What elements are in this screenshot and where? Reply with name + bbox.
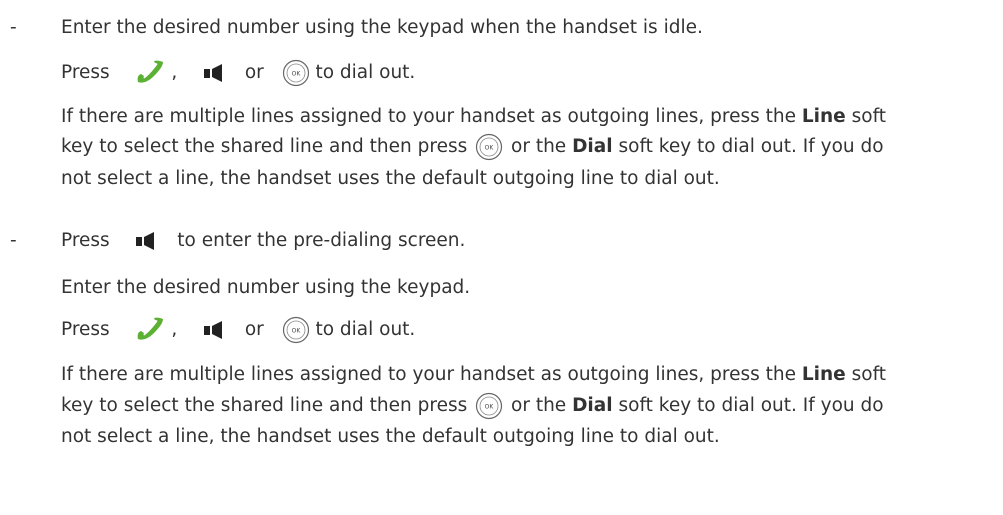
note-text: If there are multiple lines assigned to … — [61, 106, 796, 127]
press-label: Press — [61, 319, 110, 340]
step-text-tail: to enter the pre-dialing screen. — [177, 230, 466, 251]
speakerphone-icon — [203, 320, 225, 340]
svg-text:OK: OK — [485, 404, 495, 411]
svg-text:OK: OK — [291, 328, 301, 335]
ok-key-icon: OK — [282, 59, 310, 87]
ok-key-icon: OK — [282, 316, 310, 344]
dial-softkey-label: Dial — [572, 136, 613, 157]
speakerphone-icon — [203, 63, 225, 83]
press-label: Press — [61, 62, 110, 83]
note-text: or the — [511, 136, 567, 157]
step-text: Enter the desired number using the keypa… — [61, 277, 471, 298]
svg-text:OK: OK — [485, 145, 495, 152]
note-text: key to select the shared line and then p… — [61, 136, 468, 157]
note-line-1: If there are multiple lines assigned to … — [61, 103, 886, 131]
note-line-2: key to select the shared line and then p… — [61, 133, 884, 161]
svg-text:OK: OK — [291, 71, 301, 78]
line-softkey-label: Line — [801, 364, 846, 385]
step-text: Enter the desired number using the keypa… — [61, 17, 703, 38]
dial-out-label: to dial out. — [315, 319, 416, 340]
note-line-3: not select a line, the handset uses the … — [61, 168, 720, 189]
dial-out-label: to dial out. — [315, 62, 416, 83]
note-line-3: not select a line, the handset uses the … — [61, 426, 720, 447]
note-text: If there are multiple lines assigned to … — [61, 364, 796, 385]
note-text: soft key to dial out. If you do — [618, 136, 884, 157]
or-label: or — [244, 62, 264, 83]
green-handset-icon — [135, 60, 165, 86]
dial-softkey-label: Dial — [572, 395, 613, 416]
speakerphone-icon — [135, 231, 157, 251]
dial-instruction: Press , or OK to dial out. — [61, 316, 415, 344]
note-text: soft — [851, 364, 887, 385]
note-line-1: If there are multiple lines assigned to … — [61, 361, 886, 389]
bullet-dash: - — [10, 230, 17, 251]
comma: , — [171, 319, 178, 340]
note-text: soft — [851, 106, 887, 127]
or-label: or — [244, 319, 264, 340]
note-text: soft key to dial out. If you do — [618, 395, 884, 416]
green-handset-icon — [135, 317, 165, 343]
note-text: or the — [511, 395, 567, 416]
ok-key-icon: OK — [475, 133, 503, 161]
line-softkey-label: Line — [801, 106, 846, 127]
bullet-dash: - — [10, 17, 17, 38]
press-label: Press — [61, 230, 110, 251]
note-text: key to select the shared line and then p… — [61, 395, 468, 416]
comma: , — [171, 62, 178, 83]
note-line-2: key to select the shared line and then p… — [61, 392, 884, 420]
ok-key-icon: OK — [475, 392, 503, 420]
dial-instruction: Press , or OK to dial out. — [61, 59, 415, 87]
step-text: Press to enter the pre-dialing screen. — [61, 227, 465, 255]
